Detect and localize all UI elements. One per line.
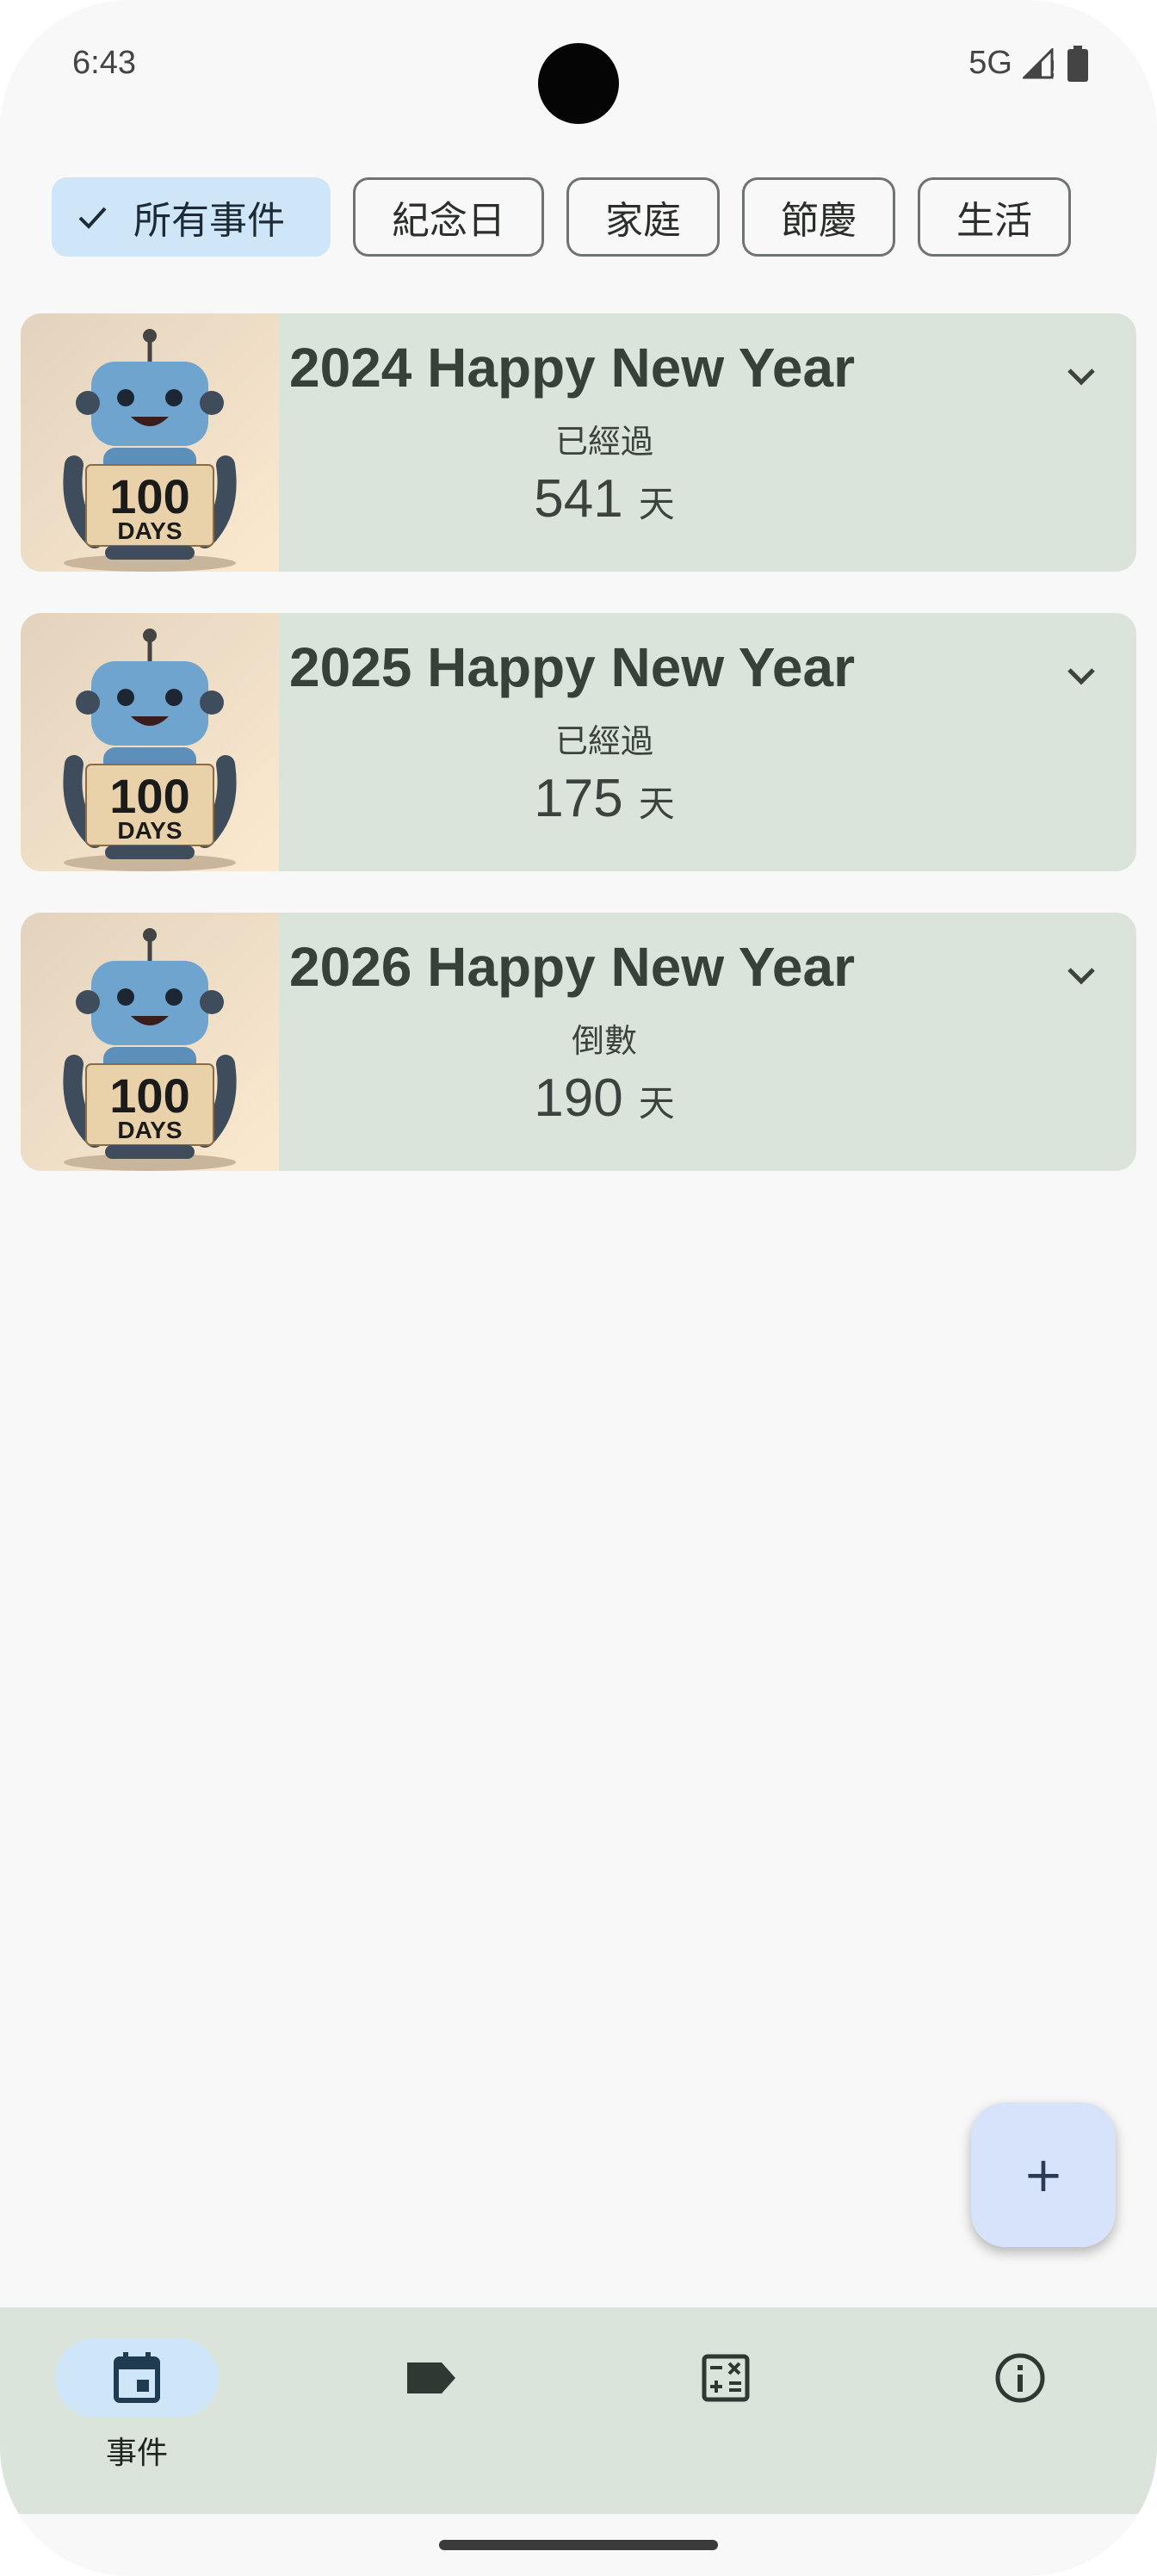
expand-button[interactable] xyxy=(1061,656,1102,697)
event-day-unit: 天 xyxy=(638,1082,675,1124)
nav-pill xyxy=(644,2338,807,2418)
nav-item-calculator[interactable] xyxy=(644,2338,807,2418)
chip-label: 生活 xyxy=(956,199,1032,243)
status-time: 6:43 xyxy=(72,45,136,81)
nav-pill xyxy=(938,2338,1102,2418)
event-card[interactable]: 100 DAYS 2024 Happy New Year 已經過 541 天 xyxy=(21,313,1136,572)
event-count-line: 541 天 xyxy=(21,468,1136,529)
calculator-icon xyxy=(702,2354,750,2402)
nav-item-events[interactable]: 事件 xyxy=(55,2338,219,2473)
chip-all-events[interactable]: 所有事件 xyxy=(52,177,331,257)
chip-label: 節慶 xyxy=(781,199,857,243)
chip-family[interactable]: 家庭 xyxy=(566,177,720,257)
expand-button[interactable] xyxy=(1061,956,1102,997)
chip-label: 紀念日 xyxy=(392,199,505,243)
event-day-count: 175 xyxy=(534,769,623,828)
event-day-count: 190 xyxy=(534,1068,623,1128)
event-card[interactable]: 100 DAYS 2026 Happy New Year 倒數 190 天 xyxy=(21,913,1136,1171)
event-day-count: 541 xyxy=(534,469,623,529)
chip-festival[interactable]: 節慶 xyxy=(742,177,895,257)
nav-label: 事件 xyxy=(105,2436,168,2471)
chip-life[interactable]: 生活 xyxy=(918,177,1071,257)
event-card[interactable]: 100 DAYS 2025 Happy New Year 已經過 175 天 xyxy=(21,613,1136,871)
calendar-icon xyxy=(114,2352,160,2403)
app-screen: 6:43 5G 所有事件 紀念日 家庭 節慶 生活 100 DAYS 2024 … xyxy=(0,0,1157,2576)
add-event-button[interactable]: + xyxy=(971,2102,1116,2247)
nav-item-labels[interactable] xyxy=(350,2338,513,2418)
chip-label: 所有事件 xyxy=(133,199,285,243)
event-title: 2026 Happy New Year xyxy=(289,936,855,998)
bottom-navigation: 事件 xyxy=(0,2307,1157,2514)
status-icons: 5G xyxy=(968,45,1088,82)
event-status: 倒數 xyxy=(571,1022,637,1060)
nav-item-info[interactable] xyxy=(938,2338,1102,2418)
expand-button[interactable] xyxy=(1061,356,1102,398)
event-status: 已經過 xyxy=(554,722,653,760)
nav-pill xyxy=(55,2338,219,2418)
event-status: 已經過 xyxy=(554,423,653,461)
event-day-unit: 天 xyxy=(638,483,675,525)
front-camera-cutout xyxy=(538,43,619,124)
event-count-line: 175 天 xyxy=(21,768,1136,829)
event-count-line: 190 天 xyxy=(21,1068,1136,1129)
battery-icon xyxy=(1067,45,1088,82)
chevron-down-icon xyxy=(1067,968,1095,985)
category-filter-chips: 所有事件 紀念日 家庭 節慶 生活 xyxy=(52,177,1071,257)
plus-icon: + xyxy=(1023,2146,1064,2203)
event-title: 2024 Happy New Year xyxy=(289,337,855,399)
chevron-down-icon xyxy=(1067,668,1095,685)
chevron-down-icon xyxy=(1067,368,1095,386)
signal-icon xyxy=(1023,47,1054,78)
chip-anniversary[interactable]: 紀念日 xyxy=(353,177,544,257)
label-tag-icon xyxy=(407,2362,455,2393)
chip-label: 家庭 xyxy=(605,199,681,243)
event-title: 2025 Happy New Year xyxy=(289,636,855,698)
nav-pill xyxy=(350,2338,513,2418)
home-indicator[interactable] xyxy=(439,2540,718,2550)
event-day-unit: 天 xyxy=(638,783,675,825)
network-type: 5G xyxy=(968,45,1012,81)
info-icon xyxy=(995,2353,1045,2403)
check-icon xyxy=(75,200,109,234)
